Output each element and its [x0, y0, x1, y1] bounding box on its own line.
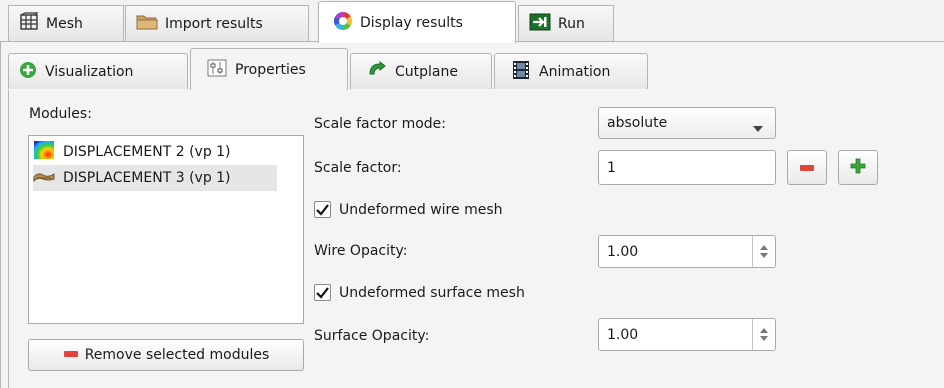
- checkmark-icon: [314, 284, 331, 301]
- contour-icon: [33, 140, 55, 164]
- modules-list[interactable]: DISPLACEMENT 2 (vp 1) DISPLACEMENT 3 (vp…: [28, 135, 304, 324]
- sub-tab-bar: Visualization Properties Cutplane Animat…: [0, 42, 944, 132]
- wire-opacity-value: 1.00: [607, 243, 639, 260]
- increase-scale-button[interactable]: [838, 150, 878, 185]
- folder-icon: [136, 13, 158, 35]
- decrease-scale-button[interactable]: [787, 150, 827, 185]
- list-item[interactable]: DISPLACEMENT 2 (vp 1): [33, 139, 303, 165]
- spin-arrows-icon[interactable]: [752, 319, 775, 350]
- spin-arrows-icon[interactable]: [752, 236, 775, 267]
- surface-opacity-spinbox[interactable]: 1.00: [598, 318, 776, 351]
- minus-icon: [63, 347, 79, 363]
- add-green-icon: [19, 61, 37, 83]
- tab-properties-label: Properties: [235, 61, 306, 78]
- scale-factor-mode-select[interactable]: absolute: [598, 107, 776, 139]
- tab-cutplane-label: Cutplane: [395, 63, 458, 80]
- tab-display-results[interactable]: Display results: [318, 1, 516, 43]
- list-item-label: DISPLACEMENT 3 (vp 1): [63, 170, 231, 186]
- deformed-shape-icon: [33, 169, 55, 187]
- tab-animation[interactable]: Animation: [494, 53, 648, 89]
- undeformed-wire-mesh-label: Undeformed wire mesh: [339, 201, 503, 218]
- cutplane-icon: [367, 60, 387, 83]
- wire-opacity-label: Wire Opacity:: [314, 243, 408, 259]
- tab-run-label: Run: [558, 15, 585, 32]
- scale-factor-mode-value: absolute: [607, 115, 668, 131]
- undeformed-surface-mesh-label: Undeformed surface mesh: [339, 284, 525, 301]
- surface-opacity-value: 1.00: [607, 326, 639, 343]
- scale-factor-mode-label: Scale factor mode:: [314, 116, 447, 132]
- minus-icon: [800, 160, 814, 176]
- tab-display-results-label: Display results: [360, 14, 463, 31]
- tab-visualization-label: Visualization: [45, 63, 134, 80]
- tab-properties[interactable]: Properties: [190, 48, 348, 90]
- film-icon: [511, 60, 531, 84]
- modules-label: Modules:: [29, 106, 92, 122]
- tab-mesh-label: Mesh: [46, 15, 83, 32]
- tab-animation-label: Animation: [539, 63, 611, 80]
- tab-visualization[interactable]: Visualization: [8, 53, 188, 89]
- tab-import-results[interactable]: Import results: [125, 5, 309, 41]
- mesh-icon: [19, 11, 39, 36]
- tab-cutplane[interactable]: Cutplane: [350, 53, 492, 89]
- plus-icon: [850, 158, 866, 178]
- run-arrow-icon: [529, 13, 551, 35]
- tab-mesh[interactable]: Mesh: [8, 5, 124, 41]
- color-wheel-icon: [333, 11, 353, 35]
- list-item[interactable]: DISPLACEMENT 3 (vp 1): [33, 165, 277, 191]
- chevron-down-icon: [753, 120, 763, 136]
- remove-selected-modules-button[interactable]: Remove selected modules: [28, 339, 304, 371]
- remove-selected-modules-label: Remove selected modules: [84, 347, 270, 363]
- undeformed-surface-mesh-checkbox[interactable]: Undeformed surface mesh: [314, 284, 525, 301]
- scale-factor-label: Scale factor:: [314, 160, 402, 176]
- main-tab-bar: Mesh Import results Display results Run: [0, 0, 944, 43]
- list-item-label: DISPLACEMENT 2 (vp 1): [63, 144, 231, 160]
- properties-icon: [207, 59, 227, 81]
- tab-import-results-label: Import results: [165, 15, 263, 32]
- checkmark-icon: [314, 201, 331, 218]
- surface-opacity-label: Surface Opacity:: [314, 328, 430, 344]
- wire-opacity-spinbox[interactable]: 1.00: [598, 235, 776, 268]
- tab-run[interactable]: Run: [518, 5, 614, 41]
- scale-factor-value: 1: [607, 159, 616, 176]
- scale-factor-input[interactable]: 1: [598, 150, 776, 185]
- undeformed-wire-mesh-checkbox[interactable]: Undeformed wire mesh: [314, 201, 502, 218]
